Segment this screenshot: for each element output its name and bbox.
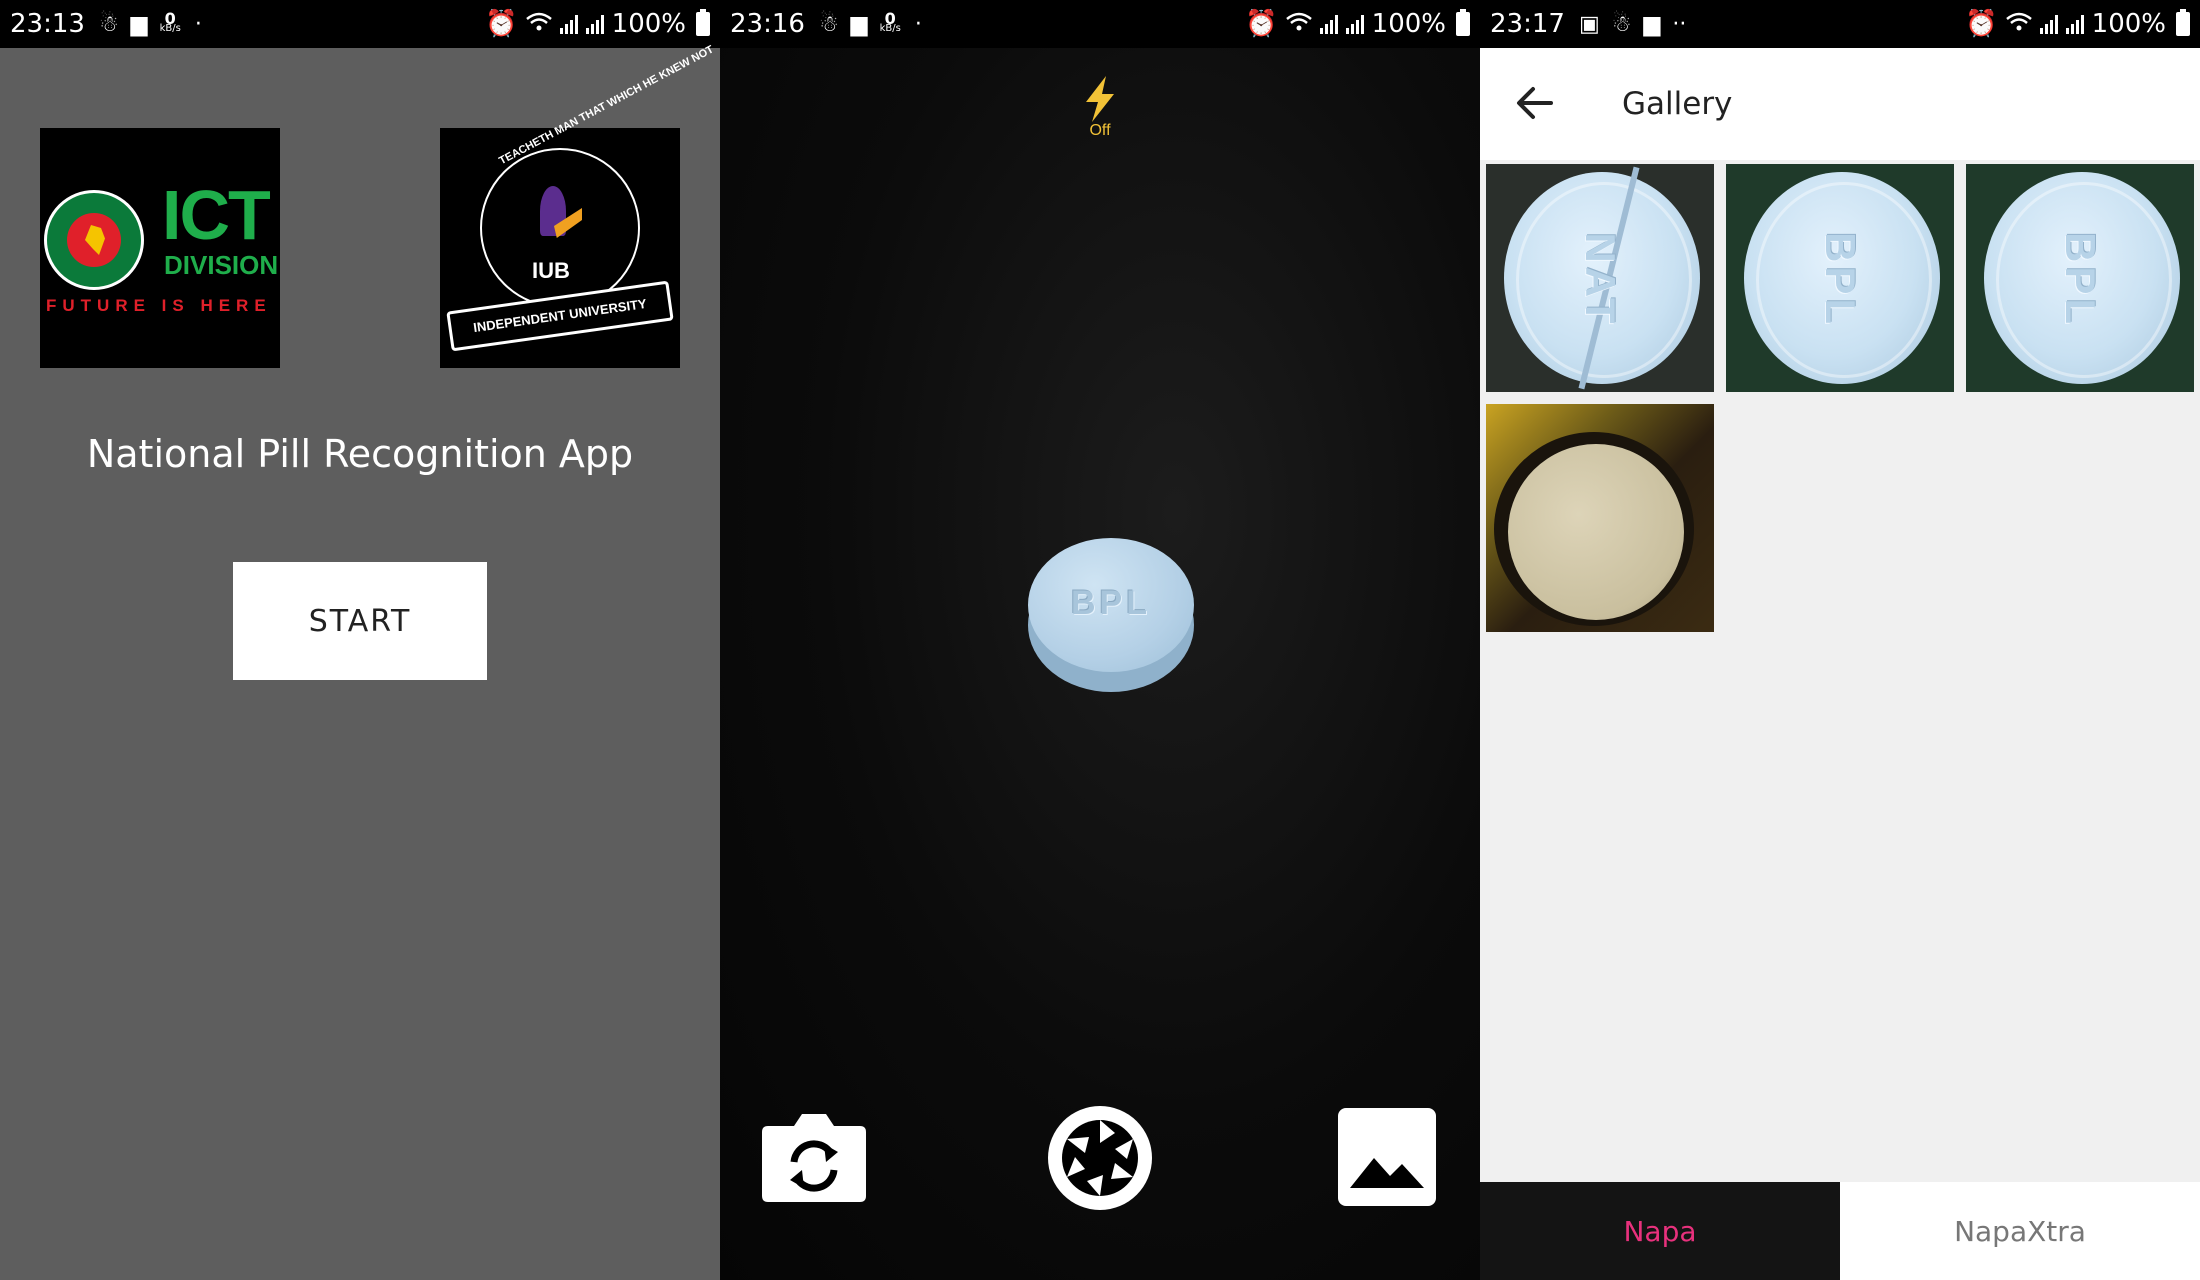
- capture-button[interactable]: [1045, 1103, 1155, 1213]
- puzzle-icon: ▆: [130, 11, 148, 37]
- thumbnail-imprint: BPL: [1817, 232, 1864, 328]
- gallery-thumbnail[interactable]: NAT: [1486, 164, 1714, 392]
- battery-icon: [1456, 9, 1470, 36]
- battery-percent: 100%: [2091, 9, 2166, 39]
- battery-icon: [2176, 9, 2190, 36]
- dot-icon: ·: [914, 11, 922, 37]
- gallery-screen: 23:17 ▣ ☃ ▆ ·· ⏰ 100% Gallery NAT BPL BP…: [1480, 0, 2200, 1280]
- signal-icon: [559, 14, 578, 34]
- puzzle-icon: ▆: [1643, 11, 1661, 37]
- thumbnail-imprint: BPL: [2057, 232, 2104, 328]
- gallery-title: Gallery: [1622, 86, 1733, 122]
- wifi-icon: [525, 9, 552, 39]
- notification-icon: ☃: [1611, 11, 1632, 37]
- status-time: 23:17: [1490, 9, 1565, 39]
- gallery-icon: [1338, 1108, 1436, 1206]
- signal-icon: [1319, 14, 1338, 34]
- signal-icon: [585, 14, 604, 34]
- switch-camera-icon: [762, 1114, 866, 1202]
- alarm-icon: ⏰: [1965, 9, 1998, 39]
- tab-napa[interactable]: Napa: [1480, 1182, 1840, 1280]
- status-time: 23:13: [10, 9, 85, 39]
- switch-camera-button[interactable]: [760, 1108, 868, 1204]
- battery-percent: 100%: [1371, 9, 1446, 39]
- dot-icon: ·: [194, 11, 202, 37]
- bottom-tab-bar: Napa NapaXtra: [1480, 1182, 2200, 1280]
- wifi-icon: [1285, 9, 1312, 39]
- puzzle-icon: ▆: [850, 11, 868, 37]
- notification-icon: ☃: [818, 11, 839, 37]
- gallery-thumbnail[interactable]: [1486, 404, 1714, 632]
- flash-label: Off: [1089, 122, 1111, 139]
- wifi-icon: [2005, 9, 2032, 39]
- dots-icon: ··: [1672, 11, 1687, 37]
- shutter-icon: [1048, 1106, 1152, 1210]
- camera-screen: 23:16 ☃ ▆ 0 kB/s · ⏰ 100% Off BPL: [720, 0, 1480, 1280]
- status-bar: 23:17 ▣ ☃ ▆ ·· ⏰ 100%: [1480, 0, 2200, 48]
- bangladesh-emblem-icon: [44, 190, 144, 290]
- ict-logo-subtitle: DIVISION: [164, 250, 279, 280]
- ict-division-logo: ICT DIVISION FUTURE IS HERE: [40, 128, 280, 368]
- signal-icon: [2039, 14, 2058, 34]
- signal-icon: [2065, 14, 2084, 34]
- status-bar: 23:13 ☃ ▆ 0 kB/s · ⏰ 100%: [0, 0, 720, 48]
- ict-logo-tagline: FUTURE IS HERE: [46, 296, 272, 315]
- open-gallery-button[interactable]: [1338, 1108, 1436, 1206]
- gallery-thumbnail[interactable]: BPL: [1726, 164, 1954, 392]
- pill-imprint: BPL: [1071, 584, 1151, 622]
- battery-icon: [696, 9, 710, 36]
- thumbnail-imprint: NAT: [1577, 232, 1624, 328]
- home-screen: 23:13 ☃ ▆ 0 kB/s · ⏰ 100% ICT DIVISION FU…: [0, 0, 720, 1280]
- alarm-icon: ⏰: [1245, 9, 1278, 39]
- status-bar: 23:16 ☃ ▆ 0 kB/s · ⏰ 100%: [720, 0, 1480, 48]
- back-button[interactable]: [1500, 69, 1570, 139]
- app-title: National Pill Recognition App: [86, 432, 634, 476]
- flash-toggle[interactable]: Off: [720, 74, 1480, 140]
- signal-icon: [1345, 14, 1364, 34]
- image-icon: ▣: [1578, 11, 1600, 37]
- tab-napaxtra[interactable]: NapaXtra: [1840, 1182, 2200, 1280]
- status-time: 23:16: [730, 9, 805, 39]
- alarm-icon: ⏰: [485, 9, 518, 39]
- network-speed: 0 kB/s: [879, 9, 901, 34]
- gallery-grid: NAT BPL BPL: [1486, 164, 2196, 632]
- back-arrow-icon: [1517, 86, 1553, 119]
- iub-logo: TEACHETH MAN THAT WHICH HE KNEW NOT IUB …: [440, 43, 716, 368]
- start-button[interactable]: START: [233, 562, 487, 680]
- gallery-thumbnail[interactable]: BPL: [1966, 164, 2194, 392]
- iub-abbr: IUB: [532, 258, 570, 283]
- battery-percent: 100%: [611, 9, 686, 39]
- network-speed: 0 kB/s: [159, 9, 181, 34]
- notification-icon: ☃: [98, 11, 119, 37]
- gallery-app-bar: Gallery: [1480, 48, 2200, 160]
- flash-icon: [1086, 76, 1114, 122]
- iub-motto: TEACHETH MAN THAT WHICH HE KNEW NOT: [497, 43, 716, 168]
- pill-preview: BPL: [1028, 538, 1194, 692]
- ict-logo-title: ICT: [162, 176, 271, 254]
